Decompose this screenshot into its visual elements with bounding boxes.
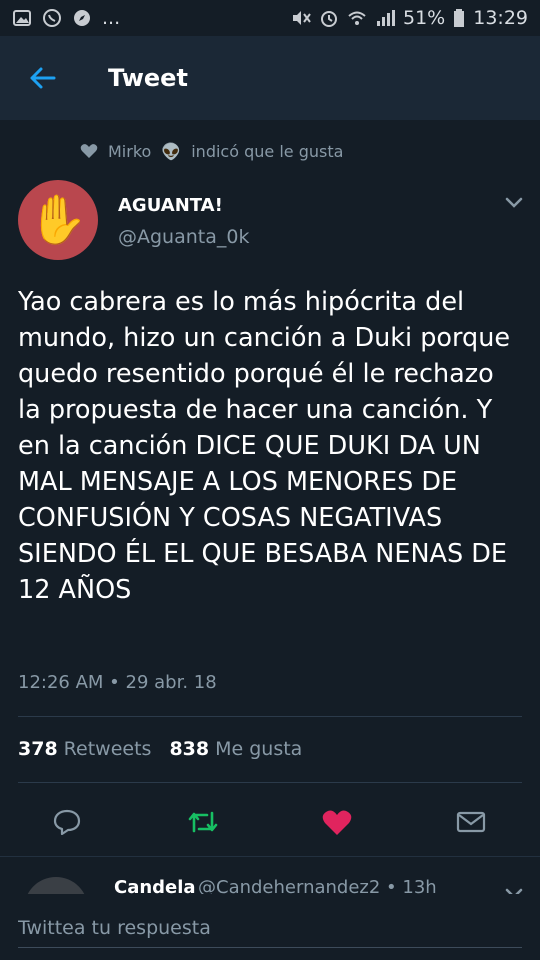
tweet-timestamp: 12:26 AM • 29 abr. 18	[18, 672, 217, 693]
app-bar: Tweet	[0, 36, 540, 120]
reply-avatar[interactable]	[24, 877, 88, 894]
reply-author-name[interactable]: Candela	[114, 877, 196, 894]
heart-filled-icon	[322, 810, 352, 835]
chevron-down-icon	[505, 888, 523, 894]
tweet-stats: 378 Retweets 838 Me gusta	[18, 738, 314, 760]
tweet-actions	[0, 800, 540, 844]
reply-input[interactable]	[18, 908, 522, 948]
reply-author-meta: @Candehernandez2 • 13h	[198, 877, 437, 894]
liked-by-text: indicó que le gusta	[191, 141, 344, 161]
mute-icon	[291, 8, 311, 28]
like-button[interactable]	[315, 800, 359, 844]
liked-by-user: Mirko	[108, 141, 152, 161]
reply-icon	[53, 809, 81, 835]
divider	[18, 716, 522, 717]
author-handle[interactable]: @Aguanta_0k	[118, 226, 249, 248]
likes-count[interactable]: 838	[169, 738, 209, 760]
retweets-count[interactable]: 378	[18, 738, 58, 760]
raised-hand-icon: ✋	[28, 192, 88, 248]
heart-icon	[80, 144, 98, 158]
retweets-label[interactable]: Retweets	[64, 738, 152, 760]
image-icon	[12, 8, 32, 28]
battery-icon	[453, 8, 465, 28]
battery-percent: 51%	[403, 7, 446, 29]
status-bar: ... 51% 13:29	[0, 0, 540, 36]
wifi-icon	[347, 8, 367, 28]
page-title: Tweet	[108, 64, 188, 92]
divider	[18, 782, 522, 783]
whatsapp-icon	[42, 8, 62, 28]
tweet-menu-button[interactable]	[502, 190, 526, 214]
reply-preview[interactable]: Candela @Candehernandez2 • 13h	[0, 856, 540, 894]
back-button[interactable]	[0, 36, 84, 120]
status-time: 13:29	[473, 7, 528, 29]
chevron-down-icon	[505, 197, 523, 208]
reply-button[interactable]	[45, 800, 89, 844]
social-context[interactable]: Mirko 👽 indicó que le gusta	[80, 138, 343, 164]
retweet-icon	[188, 811, 218, 833]
tweet-detail-screen: ... 51% 13:29 Tweet Mirko 👽 indicó que l…	[0, 0, 540, 960]
reply-menu-button[interactable]	[502, 881, 526, 894]
tweet-text: Yao cabrera es lo más hipócrita del mund…	[18, 287, 511, 605]
likes-label[interactable]: Me gusta	[215, 738, 302, 760]
envelope-icon	[456, 811, 486, 833]
status-overflow: ...	[102, 7, 121, 29]
arrow-left-icon	[30, 67, 56, 89]
author-name[interactable]: AGUANTA!	[118, 195, 223, 216]
alien-emoji: 👽	[161, 141, 182, 161]
signal-icon	[375, 8, 395, 28]
author-avatar[interactable]: ✋	[18, 180, 98, 260]
alarm-icon	[319, 8, 339, 28]
compose-bar	[0, 894, 540, 960]
retweet-button[interactable]	[181, 800, 225, 844]
compass-icon	[72, 8, 92, 28]
direct-message-button[interactable]	[449, 800, 493, 844]
